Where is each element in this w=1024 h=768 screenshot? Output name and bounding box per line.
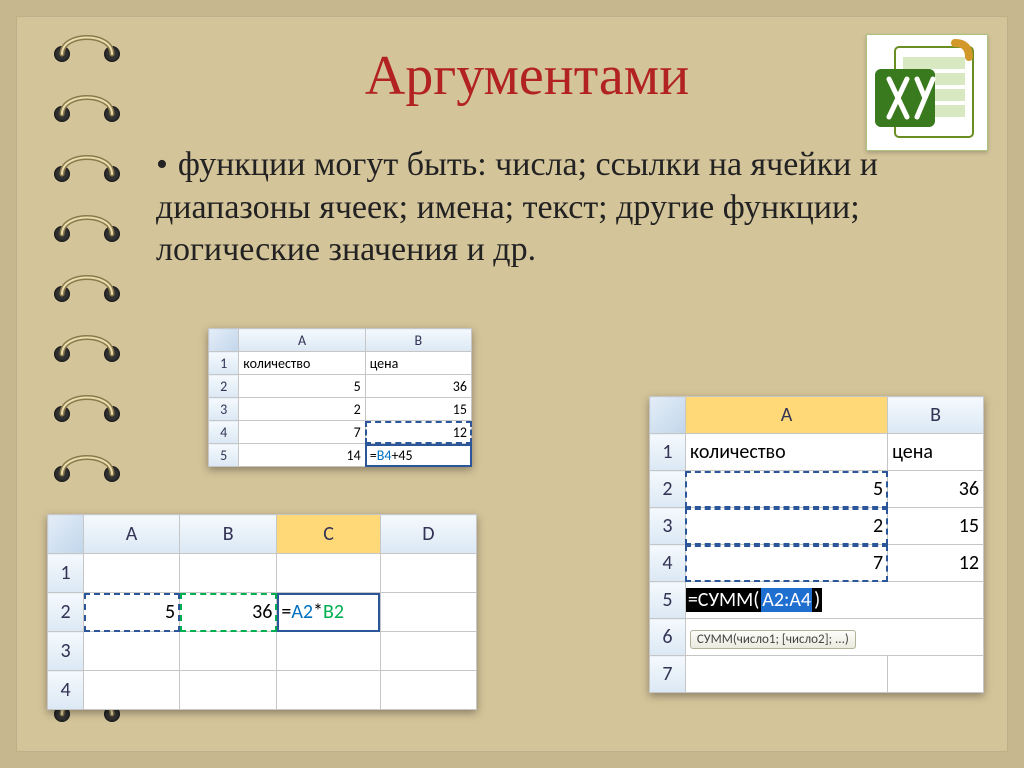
cell: цена xyxy=(888,434,984,471)
cell xyxy=(380,632,476,671)
row-header: 1 xyxy=(48,554,84,593)
cell xyxy=(380,593,476,632)
cell-referenced: 5 xyxy=(84,593,180,632)
row-header: 2 xyxy=(209,375,239,398)
cell xyxy=(277,554,381,593)
row-header: 3 xyxy=(48,632,84,671)
cell: цена xyxy=(365,352,471,375)
row-header: 5 xyxy=(650,582,686,619)
cell: количество xyxy=(239,352,365,375)
cell: 15 xyxy=(365,398,471,421)
cell xyxy=(380,671,476,710)
select-all-corner xyxy=(48,515,84,554)
cell-in-range: 5 xyxy=(685,471,887,508)
column-header-A: A xyxy=(239,329,365,352)
row-header: 4 xyxy=(48,671,84,710)
bullet-text: функции могут быть: числа; ссылки на яче… xyxy=(156,146,878,268)
select-all-corner xyxy=(650,397,686,434)
slide: // placeholder; rings drawn below static… xyxy=(16,16,1008,752)
cell xyxy=(180,671,277,710)
cell xyxy=(84,632,180,671)
column-header-A: A xyxy=(685,397,887,434)
row-header: 3 xyxy=(650,508,686,545)
formula-close: ) xyxy=(812,588,822,612)
cell-referenced: 36 xyxy=(180,593,277,632)
cell xyxy=(84,554,180,593)
row-header: 1 xyxy=(209,352,239,375)
cell-in-range: 2 xyxy=(685,508,887,545)
bullet-marker: • xyxy=(156,144,168,187)
column-header-C: C xyxy=(277,515,381,554)
excel-screenshot-3: A B 1 количество цена 2 5 36 3 2 15 4 7 xyxy=(649,396,984,693)
column-header-A: A xyxy=(84,515,180,554)
row-header: 7 xyxy=(650,656,686,693)
cell-editing: =СУММ(A2:A4) xyxy=(685,582,983,619)
tooltip-row: СУММ(число1; [число2]; ...) xyxy=(685,619,983,656)
excel-screenshot-2: A B C D 1 2 5 36 =A2*B2 3 4 xyxy=(47,514,477,710)
cell xyxy=(888,656,984,693)
excel-screenshot-1: A B 1 количество цена 2 5 36 3 2 15 4 7 xyxy=(208,328,472,467)
cell: 2 xyxy=(239,398,365,421)
cell xyxy=(84,671,180,710)
excel-app-icon xyxy=(866,34,988,151)
cell: 7 xyxy=(239,421,365,444)
slide-title: Аргументами xyxy=(216,44,838,108)
bullet-item: •функции могут быть: числа; ссылки на яч… xyxy=(156,144,968,272)
column-header-D: D xyxy=(380,515,476,554)
cell xyxy=(180,554,277,593)
row-header: 3 xyxy=(209,398,239,421)
row-header: 5 xyxy=(209,444,239,467)
row-header: 4 xyxy=(209,421,239,444)
row-header: 4 xyxy=(650,545,686,582)
cell-editing: =A2*B2 xyxy=(277,593,381,632)
cell: количество xyxy=(685,434,887,471)
row-header: 2 xyxy=(650,471,686,508)
cell: 14 xyxy=(239,444,365,467)
cell xyxy=(380,554,476,593)
cell: 12 xyxy=(888,545,984,582)
cell xyxy=(277,632,381,671)
cell xyxy=(277,671,381,710)
formula-range: A2:A4 xyxy=(761,588,812,612)
column-header-B: B xyxy=(888,397,984,434)
cell: 36 xyxy=(365,375,471,398)
row-header: 2 xyxy=(48,593,84,632)
formula-fn: =СУММ( xyxy=(686,588,761,612)
cell: 36 xyxy=(888,471,984,508)
function-tooltip: СУММ(число1; [число2]; ...) xyxy=(690,630,856,649)
column-header-B: B xyxy=(365,329,471,352)
cell xyxy=(180,632,277,671)
row-header: 6 xyxy=(650,619,686,656)
cell: 5 xyxy=(239,375,365,398)
select-all-corner xyxy=(209,329,239,352)
column-header-B: B xyxy=(180,515,277,554)
cell: 15 xyxy=(888,508,984,545)
cell-in-range: 7 xyxy=(685,545,887,582)
cell-referenced: 12 xyxy=(365,421,471,444)
cell xyxy=(685,656,887,693)
cell-editing: =B4+45 xyxy=(365,444,471,467)
row-header: 1 xyxy=(650,434,686,471)
